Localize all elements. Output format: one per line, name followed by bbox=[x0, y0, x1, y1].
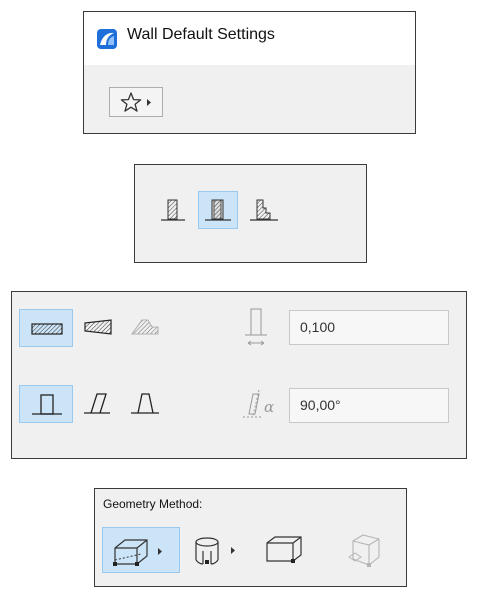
straight-wall-method-icon bbox=[113, 539, 148, 566]
favorites-toolbar bbox=[84, 65, 415, 133]
triangle-right-icon bbox=[231, 547, 235, 554]
geometry-method-panel: Geometry Method: bbox=[94, 488, 407, 587]
angle-icon: α bbox=[239, 384, 283, 426]
method-straight-button[interactable] bbox=[102, 527, 180, 573]
wall-straight-icon bbox=[31, 323, 63, 335]
archicad-app-icon bbox=[97, 29, 117, 49]
method-rotated-rectangle-button[interactable] bbox=[335, 527, 395, 575]
wall-upright-icon bbox=[32, 394, 62, 415]
slant-double-button[interactable] bbox=[124, 385, 166, 423]
wall-trapezoid-icon bbox=[84, 319, 112, 335]
svg-text:α: α bbox=[264, 398, 274, 416]
geometry-method-label: Geometry Method: bbox=[103, 497, 203, 511]
slant-upright-button[interactable] bbox=[19, 385, 73, 423]
triangle-right-icon bbox=[147, 99, 151, 106]
wall-profile-icon bbox=[250, 199, 278, 221]
shape-polygonal-button[interactable] bbox=[124, 309, 166, 347]
wall-basic-icon bbox=[161, 199, 185, 221]
thickness-icon bbox=[239, 305, 275, 351]
wall-slanted-icon bbox=[84, 393, 110, 414]
wall-composite-icon bbox=[205, 199, 231, 221]
shape-trapezoid-button[interactable] bbox=[78, 309, 118, 347]
star-icon bbox=[120, 92, 142, 112]
method-curved-button[interactable] bbox=[185, 527, 249, 573]
curved-wall-method-icon bbox=[195, 537, 219, 565]
triangle-right-icon bbox=[158, 548, 162, 555]
structure-basic-button[interactable] bbox=[155, 191, 191, 229]
structure-profile-button[interactable] bbox=[244, 191, 284, 229]
method-rectangle-button[interactable] bbox=[255, 527, 313, 573]
dialog-title: Wall Default Settings bbox=[127, 26, 275, 43]
wall-polygonal-icon bbox=[130, 319, 159, 335]
favorites-button[interactable] bbox=[109, 87, 163, 117]
thickness-field[interactable]: 0,100 bbox=[289, 310, 449, 345]
title-bar: Wall Default Settings bbox=[84, 12, 415, 65]
structure-composite-button[interactable] bbox=[198, 191, 238, 229]
slant-single-button[interactable] bbox=[78, 385, 118, 423]
rectangle-wall-method-icon bbox=[266, 536, 302, 563]
wall-geometry-panel: 0,100 α 90,00° bbox=[11, 291, 467, 459]
wall-double-slanted-icon bbox=[131, 393, 159, 414]
rotated-rectangle-wall-method-icon bbox=[348, 534, 380, 567]
angle-field[interactable]: 90,00° bbox=[289, 388, 449, 423]
dialog-header-panel: Wall Default Settings bbox=[83, 11, 416, 134]
shape-straight-button[interactable] bbox=[19, 309, 73, 347]
structure-type-panel bbox=[134, 164, 367, 263]
